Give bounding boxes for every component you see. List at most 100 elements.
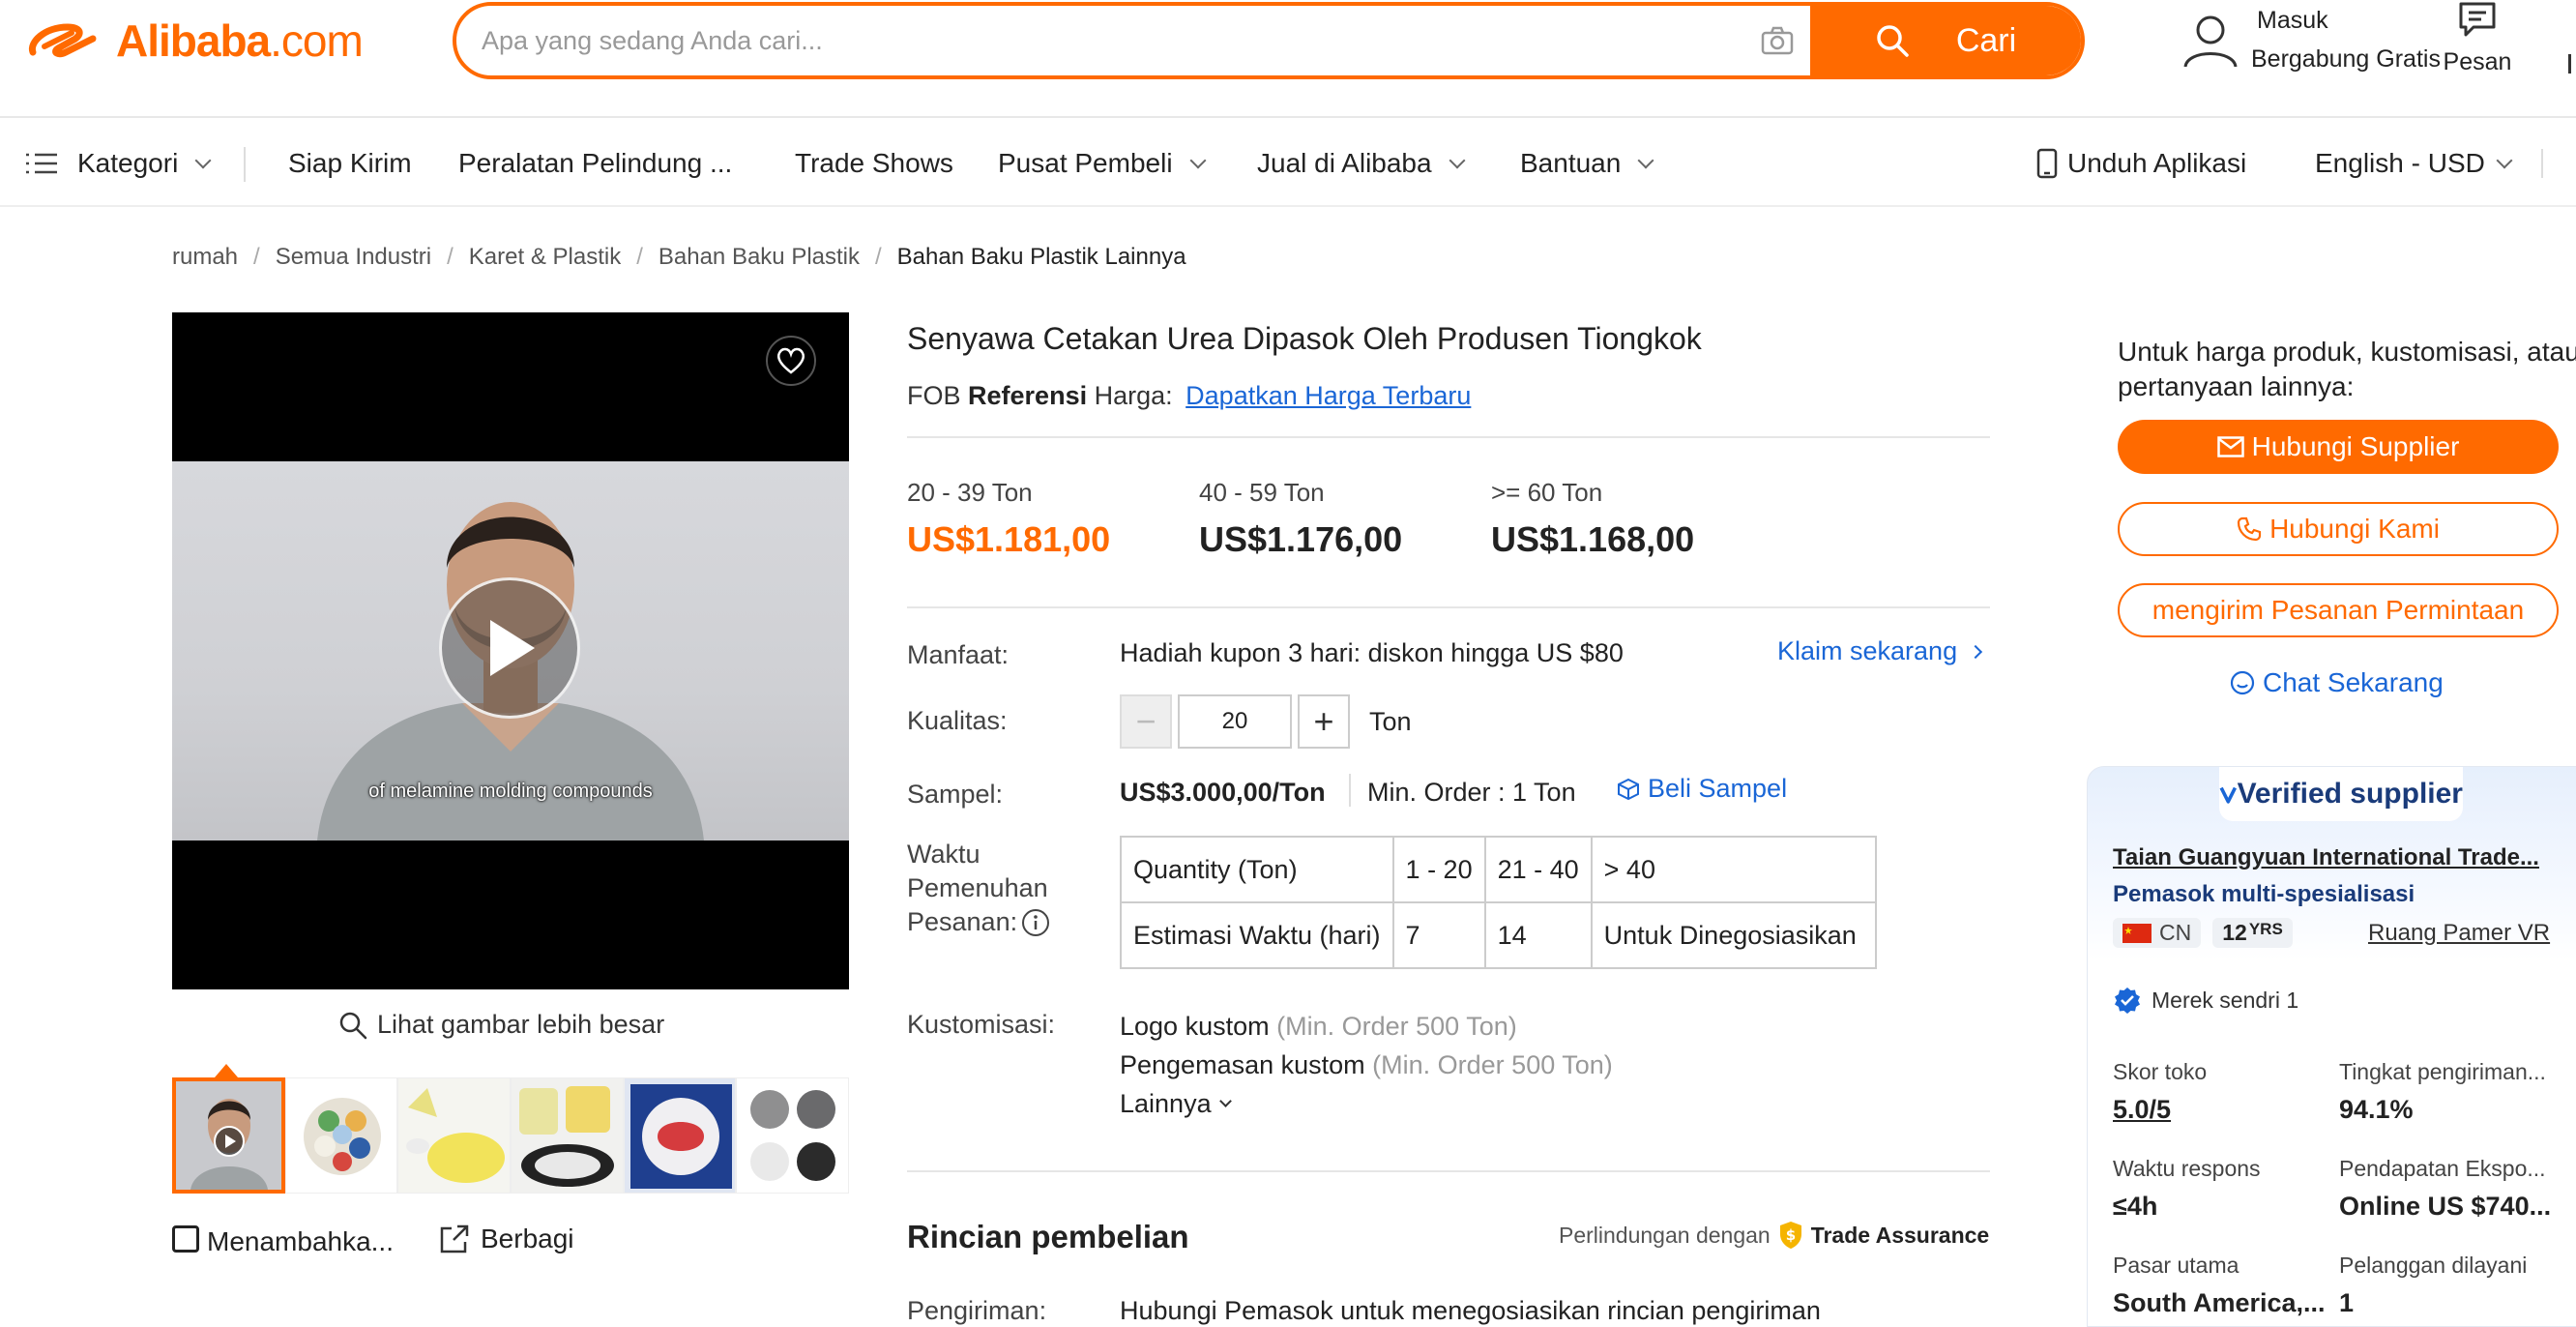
chevron-down-icon	[1637, 152, 1654, 169]
protection-text: Perlindungan dengan	[1559, 1222, 1771, 1248]
compare-checkbox[interactable]	[172, 1225, 199, 1253]
country-chip: CN	[2113, 918, 2202, 948]
svg-text:$: $	[1785, 1226, 1795, 1244]
search-bar: Cari	[453, 2, 2085, 79]
tier-quantity: >= 60 Ton	[1491, 478, 1603, 507]
breadcrumb-item[interactable]: rumah	[172, 244, 238, 271]
verified-supplier-label: Verified supplier	[2237, 778, 2463, 810]
supplier-card: Verified supplier Taian Guangyuan Intern…	[2087, 766, 2576, 1327]
sample-label: Sampel:	[907, 780, 1004, 809]
magnifier-icon	[339, 1012, 367, 1039]
nav-download-app[interactable]: Unduh Aplikasi	[2036, 120, 2246, 207]
alibaba-logo-mark-icon	[28, 23, 97, 58]
share-button[interactable]: Berbagi	[481, 1224, 574, 1254]
divider	[907, 606, 1990, 608]
lead-time-table: Quantity (Ton) 1 - 20 21 - 40 > 40 Estim…	[1120, 836, 1877, 969]
signin-link[interactable]: Masuk	[2257, 1, 2441, 40]
own-brand-row: Merek sendri 1	[2113, 986, 2298, 1015]
trade-assurance-badge[interactable]: Perlindungan dengan $ Trade Assurance	[1559, 1221, 1989, 1250]
add-to-compare-label[interactable]: Menambahka...	[207, 1226, 394, 1257]
nav-categories[interactable]: Kategori	[25, 120, 212, 207]
cart-icon[interactable]	[2568, 54, 2576, 74]
phone-call-icon	[2237, 516, 2262, 542]
buy-sample-link[interactable]: Beli Sampel	[1617, 774, 1787, 804]
messages-button[interactable]: Pesan	[2441, 0, 2514, 76]
info-icon[interactable]	[1021, 908, 1050, 937]
increase-quantity-button[interactable]: +	[1298, 694, 1350, 749]
contact-supplier-button[interactable]: Hubungi Supplier	[2118, 420, 2559, 474]
price-tier: 20 - 39 Ton US$1.181,00	[907, 478, 1199, 560]
product-title: Senyawa Cetakan Urea Dipasok Oleh Produs…	[907, 321, 1702, 356]
thumbnail-image[interactable]	[736, 1077, 849, 1194]
download-app-label: Unduh Aplikasi	[2067, 148, 2247, 178]
stat-label: Pelanggan dilayani	[2339, 1253, 2528, 1278]
custom-packaging-label: Pengemasan kustom	[1120, 1050, 1365, 1079]
quantity-stepper: − + Ton	[1120, 694, 1412, 749]
call-us-button[interactable]: Hubungi Kami	[2118, 502, 2559, 556]
stat-value[interactable]: 5.0/5	[2113, 1095, 2337, 1125]
phone-icon	[2036, 148, 2058, 179]
nav-item-buyer-central[interactable]: Pusat Pembeli	[998, 120, 1207, 207]
supplier-name-link[interactable]: Taian Guangyuan International Trade...	[2113, 844, 2558, 871]
thumbnail-image[interactable]	[623, 1077, 737, 1194]
thumbnail-video[interactable]	[172, 1077, 285, 1194]
product-video-player[interactable]: of melamine molding compounds	[172, 312, 849, 989]
stat-value: ≤4h	[2113, 1192, 2158, 1221]
claim-now-link[interactable]: Klaim sekarang	[1777, 636, 1983, 666]
list-icon	[26, 153, 57, 174]
thumbnail-image[interactable]	[511, 1077, 624, 1194]
shipping-label: Pengiriman:	[907, 1296, 1047, 1325]
verified-supplier-badge: Verified supplier	[2219, 767, 2463, 821]
nav-item-trade-shows[interactable]: Trade Shows	[795, 120, 953, 207]
view-larger-image-link[interactable]: Lihat gambar lebih besar	[338, 1010, 664, 1040]
breadcrumb-item[interactable]: Bahan Baku Plastik	[659, 244, 860, 271]
lead-time-label-line: Waktu	[907, 840, 981, 869]
search-button[interactable]: Cari	[1810, 6, 2081, 75]
alibaba-logo[interactable]: Alibaba.com	[25, 14, 364, 68]
account-menu[interactable]: Masuk Bergabung Gratis	[2181, 6, 2441, 74]
more-customization-link[interactable]: Lainnya	[1120, 1089, 1232, 1119]
thumbnail-image[interactable]	[397, 1077, 511, 1194]
nav-item-help[interactable]: Bantuan	[1520, 120, 1654, 207]
share-icon[interactable]	[438, 1223, 471, 1255]
custom-logo-note: (Min. Order 500 Ton)	[1276, 1012, 1517, 1041]
nav-language-currency[interactable]: English - USD	[2315, 120, 2513, 207]
nav-item-ppe[interactable]: Peralatan Pelindung ...	[458, 120, 732, 207]
breadcrumb: rumah / Semua Industri / Karet & Plastik / …	[172, 244, 1186, 271]
thumbnail-image[interactable]	[284, 1077, 398, 1194]
table-cell: 7	[1391, 901, 1486, 969]
stat-value: 94.1%	[2339, 1095, 2414, 1124]
favorite-heart-button[interactable]	[766, 336, 816, 386]
quantity-input[interactable]	[1178, 694, 1292, 749]
join-free-link[interactable]: Bergabung Gratis	[2251, 40, 2441, 78]
send-inquiry-button[interactable]: mengirim Pesanan Permintaan	[2118, 583, 2559, 637]
own-brand-label: Merek sendri 1	[2152, 987, 2299, 1013]
vr-showroom-link[interactable]: Ruang Pamer VR	[2368, 920, 2550, 947]
play-button[interactable]	[439, 577, 580, 719]
breadcrumb-item[interactable]: Semua Industri	[276, 244, 431, 271]
years-value: 12	[2222, 920, 2247, 945]
video-frame: of melamine molding compounds	[172, 461, 849, 840]
chat-now-link[interactable]: Chat Sekarang	[2230, 667, 2444, 698]
nav-item-sell[interactable]: Jual di Alibaba	[1257, 120, 1466, 207]
heart-icon	[776, 347, 805, 374]
breadcrumb-current[interactable]: Bahan Baku Plastik Lainnya	[897, 244, 1186, 271]
sample-min-order: Min. Order : 1 Ton	[1367, 778, 1576, 807]
sample-price: US$3.000,00/Ton	[1120, 778, 1326, 807]
table-cell: Quantity (Ton)	[1120, 836, 1394, 903]
tier-price: US$1.181,00	[907, 519, 1111, 559]
stat-label: Tingkat pengiriman...	[2339, 1059, 2546, 1084]
tier-quantity: 20 - 39 Ton	[907, 478, 1033, 507]
media-actions: Menambahka... Berbagi	[172, 1221, 574, 1257]
stat-customers-served: Pelanggan dilayani 1	[2339, 1253, 2563, 1318]
breadcrumb-item[interactable]: Karet & Plastik	[469, 244, 621, 271]
stat-export-revenue: Pendapatan Ekspo... Online US $740...	[2339, 1156, 2563, 1222]
search-input[interactable]	[456, 6, 1744, 75]
camera-search-icon[interactable]	[1744, 6, 1810, 75]
nav-item-ready-ship[interactable]: Siap Kirim	[288, 120, 412, 207]
decrease-quantity-button[interactable]: −	[1120, 694, 1172, 749]
fob-prefix: FOB	[907, 381, 961, 410]
shield-dollar-icon: $	[1779, 1222, 1801, 1249]
get-latest-price-link[interactable]: Dapatkan Harga Terbaru	[1186, 381, 1471, 410]
chevron-down-icon	[2496, 152, 2513, 169]
